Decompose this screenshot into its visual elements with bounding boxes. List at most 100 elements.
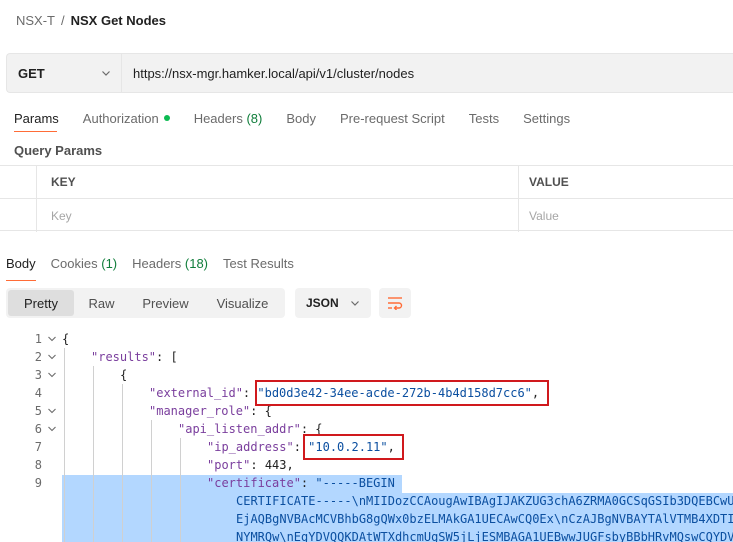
code-line: 1 {	[0, 330, 733, 348]
raw-button[interactable]: Raw	[74, 290, 129, 316]
line-number: 6	[34, 422, 42, 436]
status-dot-icon	[163, 115, 170, 121]
json-key: "port"	[207, 458, 251, 472]
method-select[interactable]: GET	[6, 53, 121, 93]
code-line: 9 "certificate": "-----BEGIN	[0, 474, 733, 492]
port-value: 443	[264, 458, 287, 472]
fold-chevron-icon[interactable]	[47, 370, 57, 380]
table-header-row: KEY VALUE	[0, 166, 733, 199]
line-number: 1	[34, 332, 42, 346]
fold-chevron-icon[interactable]	[47, 424, 57, 434]
highlight-box-external-id	[255, 380, 549, 406]
tab-response-headers-count: (18)	[184, 256, 209, 271]
breadcrumb-separator: /	[61, 12, 65, 28]
tab-response-headers-label: Headers	[132, 256, 182, 271]
code-punct: :	[300, 476, 316, 490]
view-mode-group: Pretty Raw Preview Visualize	[6, 288, 285, 318]
code-line: 2 "results": [	[0, 348, 733, 366]
url-input[interactable]: https://nsx-mgr.hamker.local/api/v1/clus…	[121, 53, 733, 93]
line-number: 4	[34, 386, 42, 400]
column-header-value: VALUE	[529, 175, 569, 189]
breadcrumb-parent[interactable]: NSX-T	[16, 13, 55, 28]
url-text: https://nsx-mgr.hamker.local/api/v1/clus…	[133, 65, 415, 81]
line-number: 3	[34, 368, 42, 382]
column-header-key: KEY	[51, 175, 76, 189]
line-number: 7	[34, 440, 42, 454]
request-title[interactable]: NSX Get Nodes	[71, 13, 166, 28]
fold-chevron-icon[interactable]	[47, 406, 57, 416]
code-line-wrapped: CERTIFICATE-----\nMIIDozCCAougAwIBAgIJAK…	[0, 492, 733, 510]
json-key: "manager_role"	[149, 404, 251, 418]
highlight-box-ip-address	[303, 434, 404, 460]
request-bar: GET https://nsx-mgr.hamker.local/api/v1/…	[6, 53, 733, 93]
param-key-placeholder: Key	[51, 208, 72, 223]
json-key: "external_id"	[149, 386, 243, 400]
format-select[interactable]: JSON	[295, 288, 371, 318]
line-number: 9	[34, 476, 42, 490]
tab-body-label: Body	[286, 110, 316, 126]
tab-tests[interactable]: Tests	[469, 108, 499, 128]
tab-response-body[interactable]: Body	[6, 256, 36, 274]
active-tab-indicator	[14, 131, 57, 132]
json-key: "ip_address"	[207, 440, 294, 454]
tab-response-headers[interactable]: Headers (18)	[132, 256, 208, 274]
tab-headers-label: Headers	[193, 110, 243, 126]
code-punct: :	[250, 458, 265, 472]
tab-authorization[interactable]: Authorization	[83, 108, 170, 128]
code-text: {	[120, 368, 128, 382]
param-key-input[interactable]: Key	[37, 199, 519, 232]
tab-pre-request-label: Pre-request Script	[339, 110, 445, 126]
wrap-lines-icon	[388, 297, 403, 310]
preview-button[interactable]: Preview	[129, 290, 202, 316]
tab-params-label: Params	[14, 110, 59, 126]
active-response-tab-indicator	[6, 280, 36, 281]
response-tabs: Body Cookies (1) Headers (18) Test Resul…	[6, 256, 309, 274]
tab-pre-request-script[interactable]: Pre-request Script	[340, 108, 445, 128]
tab-headers-count: (8)	[246, 110, 263, 126]
fold-chevron-icon[interactable]	[47, 352, 57, 362]
visualize-button[interactable]: Visualize	[202, 290, 283, 316]
certificate-value-continued: NYMRQw\nEgYDVQQKDAtWTXdhcmUgSW5jLjESMBAG…	[236, 530, 733, 542]
pretty-button[interactable]: Pretty	[8, 290, 74, 316]
code-punct: : {	[250, 404, 272, 418]
tab-authorization-label: Authorization	[82, 110, 159, 126]
certificate-value: "-----BEGIN	[315, 476, 395, 490]
param-value-placeholder: Value	[529, 208, 559, 223]
chevron-down-icon	[351, 301, 359, 306]
json-key: "certificate"	[207, 476, 301, 490]
tab-test-results-label: Test Results	[223, 256, 294, 271]
query-params-table: KEY VALUE Key Value	[0, 165, 733, 232]
json-key: "api_listen_addr"	[178, 422, 301, 436]
wrap-lines-button[interactable]	[379, 288, 411, 318]
code-punct: ,	[286, 458, 294, 472]
line-number: 5	[34, 404, 42, 418]
tab-response-body-label: Body	[6, 256, 36, 271]
breadcrumb: NSX-T / NSX Get Nodes	[16, 12, 166, 28]
line-number: 2	[34, 350, 42, 364]
table-control-cell	[0, 166, 37, 198]
code-punct: : [	[156, 350, 178, 364]
json-key: "results"	[91, 350, 157, 364]
tab-params[interactable]: Params	[14, 108, 59, 128]
param-value-input[interactable]: Value	[519, 199, 733, 232]
tab-cookies-count: (1)	[101, 256, 118, 271]
format-label: JSON	[306, 296, 339, 310]
tab-cookies[interactable]: Cookies (1)	[51, 256, 117, 274]
tab-settings[interactable]: Settings	[523, 108, 570, 128]
tab-settings-label: Settings	[523, 110, 571, 126]
code-line-wrapped: EjAQBgNVBAcMCVBhbG8gQWx0bzELMAkGA1UECAwC…	[0, 510, 733, 528]
certificate-value-continued: EjAQBgNVBAcMCVBhbG8gQWx0bzELMAkGA1UECAwC…	[236, 512, 733, 526]
table-control-cell	[0, 199, 37, 232]
tab-test-results[interactable]: Test Results	[223, 256, 294, 274]
chevron-down-icon	[102, 71, 110, 76]
table-row: Key Value	[0, 199, 733, 232]
fold-chevron-icon[interactable]	[47, 334, 57, 344]
tab-headers[interactable]: Headers (8)	[194, 108, 263, 128]
request-tabs: Params Authorization Headers (8) Body Pr…	[14, 108, 594, 128]
code-text: {	[62, 332, 70, 346]
tab-body[interactable]: Body	[286, 108, 316, 128]
certificate-value-continued: CERTIFICATE-----\nMIIDozCCAougAwIBAgIJAK…	[236, 494, 733, 508]
code-line-wrapped: NYMRQw\nEgYDVQQKDAtWTXdhcmUgSW5jLjESMBAG…	[0, 528, 733, 542]
tab-cookies-label: Cookies	[50, 256, 98, 271]
line-number: 8	[34, 458, 42, 472]
